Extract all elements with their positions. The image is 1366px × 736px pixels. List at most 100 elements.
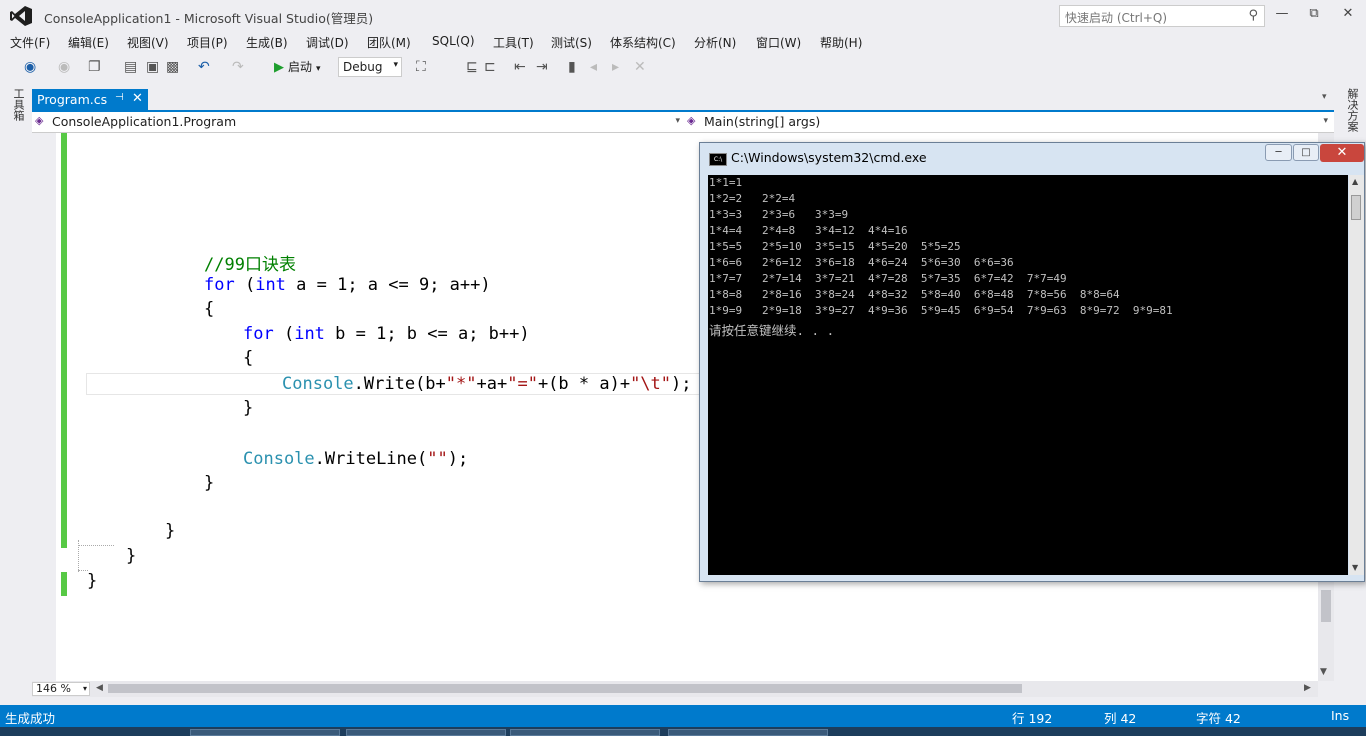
zoom-value: 146 %: [36, 682, 71, 695]
menu-edit[interactable]: 编辑(E): [68, 34, 109, 51]
title-bar: ConsoleApplication1 - Microsoft Visual S…: [0, 0, 1366, 32]
redo-icon[interactable]: ↷: [232, 59, 244, 75]
tab-label: Program.cs: [37, 92, 108, 107]
code-line-for-outer: for (int a = 1; a <= 9; a++): [204, 275, 491, 295]
scroll-left-icon[interactable]: ◀: [96, 683, 103, 693]
navigation-bar: ◈ ConsoleApplication1.Program ▾ ◈ Main(s…: [32, 112, 1334, 133]
menu-debug[interactable]: 调试(D): [306, 34, 349, 51]
minimize-button[interactable]: —: [1268, 4, 1296, 24]
horizontal-scroll-thumb[interactable]: [108, 684, 1022, 693]
change-tracking-bar: [61, 572, 67, 596]
console-line: 1*7=7 2*7=14 3*7=21 4*7=28 5*7=35 6*7=42…: [709, 272, 1067, 285]
toolbox-panel-tab[interactable]: 工具箱: [6, 88, 26, 128]
types-dropdown-value: ConsoleApplication1.Program: [52, 114, 237, 129]
code-brace: {: [204, 299, 215, 319]
taskbar-button[interactable]: [510, 729, 660, 736]
quick-launch-input[interactable]: 快速启动 (Ctrl+Q) ⚲: [1059, 5, 1265, 27]
code-brace: }: [165, 521, 176, 541]
console-line: 1*4=4 2*4=8 3*4=12 4*4=16: [709, 224, 908, 237]
status-message: 生成成功: [5, 711, 56, 726]
code-brace: }: [87, 571, 98, 591]
menu-sql[interactable]: SQL(Q): [432, 34, 475, 48]
menu-tools[interactable]: 工具(T): [493, 34, 534, 51]
menu-team[interactable]: 团队(M): [367, 34, 411, 51]
chevron-down-icon: ▾: [1323, 116, 1328, 126]
code-brace: }: [204, 473, 215, 493]
menu-help[interactable]: 帮助(H): [820, 34, 862, 51]
cmd-minimize-button[interactable]: ─: [1265, 144, 1292, 161]
scroll-right-icon[interactable]: ▶: [1304, 683, 1311, 693]
menu-build[interactable]: 生成(B): [246, 34, 288, 51]
cmd-maximize-button[interactable]: □: [1293, 144, 1319, 161]
close-button[interactable]: ✕: [1334, 4, 1362, 24]
menu-file[interactable]: 文件(F): [10, 34, 50, 51]
menu-architecture[interactable]: 体系结构(C): [610, 34, 676, 51]
new-project-icon[interactable]: ❐: [88, 59, 101, 75]
back-icon[interactable]: ◉: [24, 59, 36, 75]
pin-icon[interactable]: ⊣: [115, 92, 124, 103]
taskbar-button[interactable]: [190, 729, 340, 736]
tab-program-cs[interactable]: Program.cs ⊣ ✕: [32, 89, 148, 110]
next-bookmark-icon[interactable]: ▸: [612, 59, 619, 75]
forward-icon[interactable]: ◉: [58, 59, 70, 75]
members-dropdown-value: Main(string[] args): [704, 114, 821, 129]
console-scroll-thumb[interactable]: [1351, 195, 1361, 220]
configuration-value: Debug: [343, 60, 383, 74]
code-brace: }: [126, 546, 137, 566]
maximize-button[interactable]: ⧉: [1300, 4, 1328, 24]
prev-bookmark-icon[interactable]: ◂: [590, 59, 597, 75]
bookmark-icon[interactable]: ▮: [568, 59, 576, 75]
scroll-up-icon[interactable]: ▲: [1352, 177, 1358, 186]
save-all-icon[interactable]: ▩: [166, 59, 179, 75]
window-title: ConsoleApplication1 - Microsoft Visual S…: [44, 11, 374, 26]
console-line: 请按任意键继续. . .: [709, 323, 835, 338]
code-comment: //99口诀表: [204, 255, 296, 275]
code-line-write: Console.Write(b+"*"+a+"="+(b * a)+"\t");: [282, 374, 692, 394]
solution-explorer-tab[interactable]: 解决方案: [1340, 88, 1360, 132]
menu-test[interactable]: 测试(S): [551, 34, 592, 51]
menu-window[interactable]: 窗口(W): [756, 34, 801, 51]
menu-analyze[interactable]: 分析(N): [694, 34, 736, 51]
clear-bookmarks-icon[interactable]: ✕: [634, 59, 646, 75]
console-scrollbar[interactable]: ▲ ▼: [1349, 175, 1364, 575]
editor-margin: [32, 133, 56, 681]
step-into-icon[interactable]: ⊑: [466, 59, 478, 75]
console-line: 1*8=8 2*8=16 3*8=24 4*8=32 5*8=40 6*8=48…: [709, 288, 1120, 301]
chevron-down-icon: ▾: [393, 60, 398, 70]
save-icon[interactable]: ▣: [146, 59, 159, 75]
zoom-select[interactable]: 146 % ▾: [32, 682, 90, 696]
solution-configuration-select[interactable]: Debug ▾: [338, 57, 402, 77]
start-debugging-button[interactable]: ▶ 启动 ▾: [274, 58, 321, 78]
step-over-icon[interactable]: ⊏: [484, 59, 496, 75]
types-dropdown[interactable]: ◈ ConsoleApplication1.Program ▾: [32, 112, 682, 131]
members-dropdown[interactable]: ◈ Main(string[] args) ▾: [684, 112, 1334, 131]
play-icon: ▶: [274, 60, 284, 75]
vertical-scroll-thumb[interactable]: [1321, 590, 1331, 622]
change-tracking-bar: [61, 133, 67, 548]
menu-view[interactable]: 视图(V): [127, 34, 169, 51]
scroll-down-icon[interactable]: ▼: [1320, 667, 1327, 677]
status-column: 列 42: [1104, 711, 1137, 726]
console-line: 1*5=5 2*5=10 3*5=15 4*5=20 5*5=25: [709, 240, 961, 253]
outline-guide: [78, 545, 114, 546]
close-tab-icon[interactable]: ✕: [132, 91, 143, 106]
cmd-close-button[interactable]: ✕: [1320, 144, 1364, 162]
undo-icon[interactable]: ↶: [198, 59, 210, 75]
console-line: 1*3=3 2*3=6 3*3=9: [709, 208, 849, 221]
chevron-down-icon: ▾: [675, 116, 680, 126]
uncomment-icon[interactable]: ⇥: [536, 59, 548, 75]
taskbar-button[interactable]: [668, 729, 828, 736]
code-brace: {: [243, 348, 254, 368]
comment-icon[interactable]: ⇤: [514, 59, 526, 75]
tab-list-dropdown-icon[interactable]: ▾: [1322, 92, 1327, 102]
console-output[interactable]: 1*1=1 1*2=2 2*2=4 1*3=3 2*3=6 3*3=9 1*4=…: [708, 175, 1348, 575]
console-line: 1*1=1: [709, 176, 743, 189]
menu-project[interactable]: 项目(P): [187, 34, 228, 51]
browser-link-icon[interactable]: ⛶: [416, 59, 426, 75]
taskbar-button[interactable]: [346, 729, 506, 736]
cmd-window[interactable]: C:\ C:\Windows\system32\cmd.exe ─ □ ✕ 1*…: [699, 142, 1365, 582]
scroll-down-icon[interactable]: ▼: [1352, 563, 1358, 572]
open-file-icon[interactable]: ▤: [124, 59, 137, 75]
cmd-icon: C:\: [709, 153, 727, 166]
status-char: 字符 42: [1196, 711, 1241, 726]
